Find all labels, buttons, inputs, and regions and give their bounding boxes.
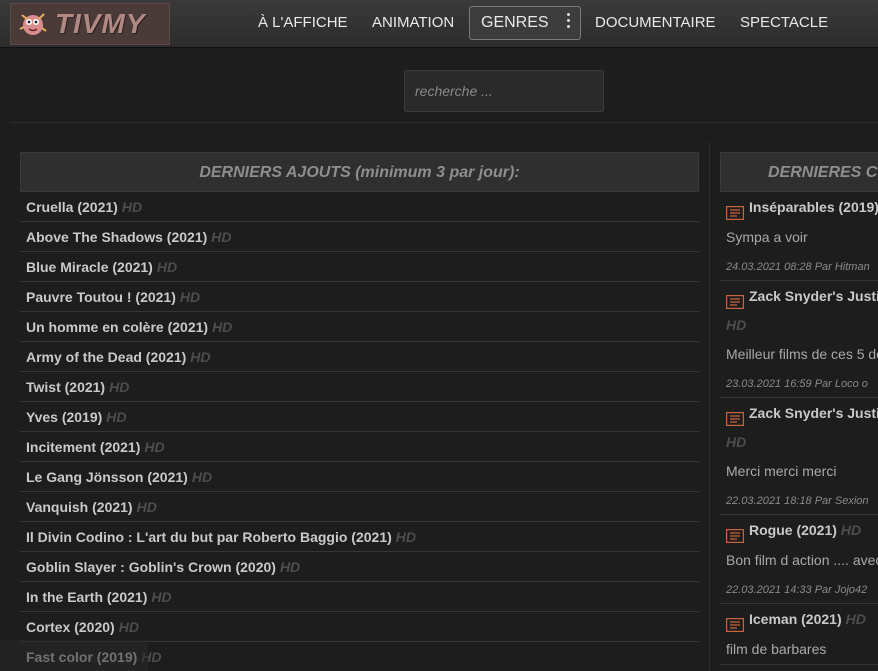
hd-badge: HD xyxy=(144,439,165,455)
latest-additions-list: Cruella (2021) HD Above The Shadows (2021)… xyxy=(20,192,699,671)
movie-title-link[interactable]: In the Earth (2021) xyxy=(26,589,147,605)
hd-badge: HD xyxy=(156,259,178,275)
nav-documentaire[interactable]: DOCUMENTAIRE xyxy=(595,14,716,31)
comment-title[interactable]: Inséparables (2019) xyxy=(725,192,878,222)
comment-title[interactable]: Iceman (2021) HD xyxy=(725,604,878,634)
hd-badge: HD xyxy=(845,611,866,627)
movie-title-link[interactable]: Le Gang Jönsson (2021) xyxy=(26,469,188,485)
latest-additions-panel: DERNIERS AJOUTS (minimum 3 par jour): Cr… xyxy=(20,152,699,671)
nav-genres-label: GENRES xyxy=(481,14,549,31)
comment-movie-link[interactable]: Inséparables (2019) xyxy=(749,192,878,222)
comment-icon xyxy=(725,612,745,633)
hd-badge: HD xyxy=(109,379,130,395)
comment-text: Sympa a voir xyxy=(726,229,808,245)
comment-movie-link[interactable]: Rogue (2021) xyxy=(749,515,837,545)
more-vertical-icon xyxy=(567,13,571,31)
movie-title-link[interactable]: Above The Shadows (2021) xyxy=(26,229,207,245)
hd-badge: HD xyxy=(118,619,139,635)
comment-text: Merci merci merci xyxy=(726,463,837,479)
hd-badge: HD xyxy=(212,319,233,335)
movie-title-link[interactable]: Pauvre Toutou ! (2021) xyxy=(26,289,176,305)
movie-title-link[interactable]: Incitement (2021) xyxy=(26,439,140,455)
movie-title-link[interactable]: Goblin Slayer : Goblin's Crown (2020) xyxy=(26,559,276,575)
movie-title-link[interactable]: Twist (2021) xyxy=(26,379,105,395)
list-item[interactable]: Vanquish (2021) HD xyxy=(20,492,699,522)
hd-badge: HD xyxy=(190,349,211,365)
hd-badge: HD xyxy=(179,289,201,305)
comment-meta: 23.03.2021 16:59 Par Loco o xyxy=(726,378,868,390)
site-logo[interactable]: TIVMY xyxy=(10,3,170,45)
hd-badge: HD xyxy=(106,409,127,425)
latest-comments-list: Inséparables (2019) Sympa a voir 24.03.202… xyxy=(720,192,878,665)
movie-title-link[interactable]: Army of the Dead (2021) xyxy=(26,349,186,365)
comment-meta: 24.03.2021 08:28 Par Hitman xyxy=(726,261,870,273)
comment-icon xyxy=(725,200,745,221)
logo-text: TIVMY xyxy=(55,8,146,39)
hd-badge: HD xyxy=(151,589,172,605)
comment-text: film de barbares xyxy=(726,641,827,657)
comment-movie-link[interactable]: Zack Snyder's Justi xyxy=(749,281,878,311)
comment-icon xyxy=(725,523,745,544)
list-item[interactable]: Pauvre Toutou ! (2021) HD xyxy=(20,282,699,312)
latest-additions-title: DERNIERS AJOUTS (minimum 3 par jour): xyxy=(20,152,699,192)
corner-overlay xyxy=(0,640,148,671)
comment-title[interactable]: Zack Snyder's Justi xyxy=(725,398,878,428)
list-item[interactable]: In the Earth (2021) HD xyxy=(20,582,699,612)
hd-badge: HD xyxy=(211,229,232,245)
comment-text: Meilleur films de ces 5 de xyxy=(726,346,878,362)
list-item[interactable]: Cortex (2020) HD xyxy=(20,612,699,642)
comment-icon xyxy=(725,289,745,310)
list-item[interactable]: Blue Miracle (2021) HD xyxy=(20,252,699,282)
comment-item: Rogue (2021) HD Bon film d action .... ave… xyxy=(720,515,878,604)
list-item[interactable]: Goblin Slayer : Goblin's Crown (2020) HD xyxy=(20,552,699,582)
comment-item: Inséparables (2019) Sympa a voir 24.03.202… xyxy=(720,192,878,281)
movie-title-link[interactable]: Cortex (2020) xyxy=(26,619,115,635)
comment-item: Zack Snyder's Justi HD Meilleur films de c… xyxy=(720,281,878,398)
hd-badge: HD xyxy=(726,434,747,450)
latest-comments-title: DERNIERES C xyxy=(720,152,878,192)
list-item[interactable]: Incitement (2021) HD xyxy=(20,432,699,462)
nav-animation[interactable]: ANIMATION xyxy=(372,14,454,31)
hd-badge: HD xyxy=(279,559,301,575)
hd-badge: HD xyxy=(136,499,157,515)
list-item[interactable]: Twist (2021) HD xyxy=(20,372,699,402)
comment-title[interactable]: Zack Snyder's Justi xyxy=(725,281,878,311)
search-input[interactable] xyxy=(404,70,604,112)
list-item[interactable]: Cruella (2021) HD xyxy=(20,192,699,222)
comment-meta: 22.03.2021 18:18 Par Sexion xyxy=(726,495,869,507)
comment-meta: 22.03.2021 14:33 Par Jojo42 xyxy=(726,584,868,596)
list-item[interactable]: Yves (2019) HD xyxy=(20,402,699,432)
movie-title-link[interactable]: Blue Miracle (2021) xyxy=(26,259,153,275)
comment-movie-link[interactable]: Iceman (2021) xyxy=(749,604,842,634)
hd-badge: HD xyxy=(121,199,143,215)
list-item[interactable]: Army of the Dead (2021) HD xyxy=(20,342,699,372)
hd-badge: HD xyxy=(395,529,417,545)
comment-item: Zack Snyder's Justi HD Merci merci merci 22… xyxy=(720,398,878,515)
movie-title-link[interactable]: Il Divin Codino : L'art du but par Rober… xyxy=(26,529,392,545)
movie-title-link[interactable]: Vanquish (2021) xyxy=(26,499,133,515)
top-navbar: TIVMY À L'AFFICHE ANIMATION GENRES DOCUM… xyxy=(0,0,878,48)
hd-badge: HD xyxy=(726,317,747,333)
comment-icon xyxy=(725,406,745,427)
logo-mascot-icon xyxy=(11,4,55,44)
comment-item: Iceman (2021) HD film de barbares xyxy=(720,604,878,665)
movie-title-link[interactable]: Yves (2019) xyxy=(26,409,102,425)
comment-movie-link[interactable]: Zack Snyder's Justi xyxy=(749,398,878,428)
movie-title-link[interactable]: Un homme en colère (2021) xyxy=(26,319,208,335)
hd-badge: HD xyxy=(191,469,213,485)
movie-title-link[interactable]: Cruella (2021) xyxy=(26,199,118,215)
list-item[interactable]: Il Divin Codino : L'art du but par Rober… xyxy=(20,522,699,552)
latest-comments-panel: DERNIERES C Inséparables (2019) Sympa a v… xyxy=(720,152,878,665)
comment-text: Bon film d action .... avec xyxy=(726,552,878,568)
hd-badge: HD xyxy=(840,522,862,538)
nav-spectacle[interactable]: SPECTACLE xyxy=(740,14,828,31)
column-divider xyxy=(709,142,710,671)
nav-a-l-affiche[interactable]: À L'AFFICHE xyxy=(258,14,348,31)
header-divider xyxy=(10,122,878,123)
list-item[interactable]: Le Gang Jönsson (2021) HD xyxy=(20,462,699,492)
list-item[interactable]: Above The Shadows (2021) HD xyxy=(20,222,699,252)
comment-title[interactable]: Rogue (2021) HD xyxy=(725,515,878,545)
nav-genres-dropdown[interactable]: GENRES xyxy=(469,6,581,40)
list-item[interactable]: Un homme en colère (2021) HD xyxy=(20,312,699,342)
